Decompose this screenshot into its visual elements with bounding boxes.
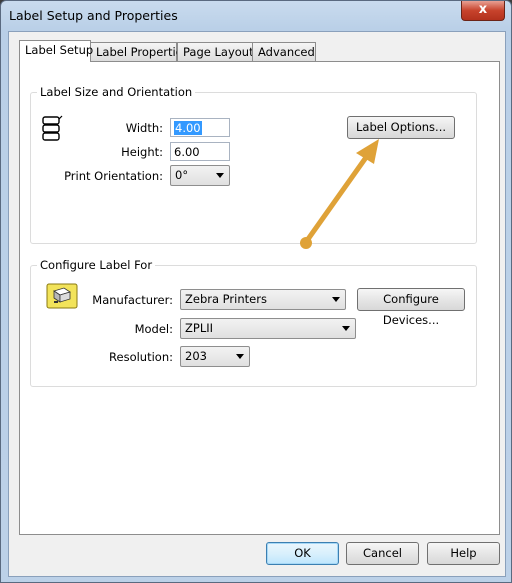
tab-label-setup[interactable]: Label Setup [19, 40, 93, 62]
annotation-arrow [300, 139, 379, 249]
dialog-window: Label Setup and Properties x Label Setup… [0, 0, 512, 583]
